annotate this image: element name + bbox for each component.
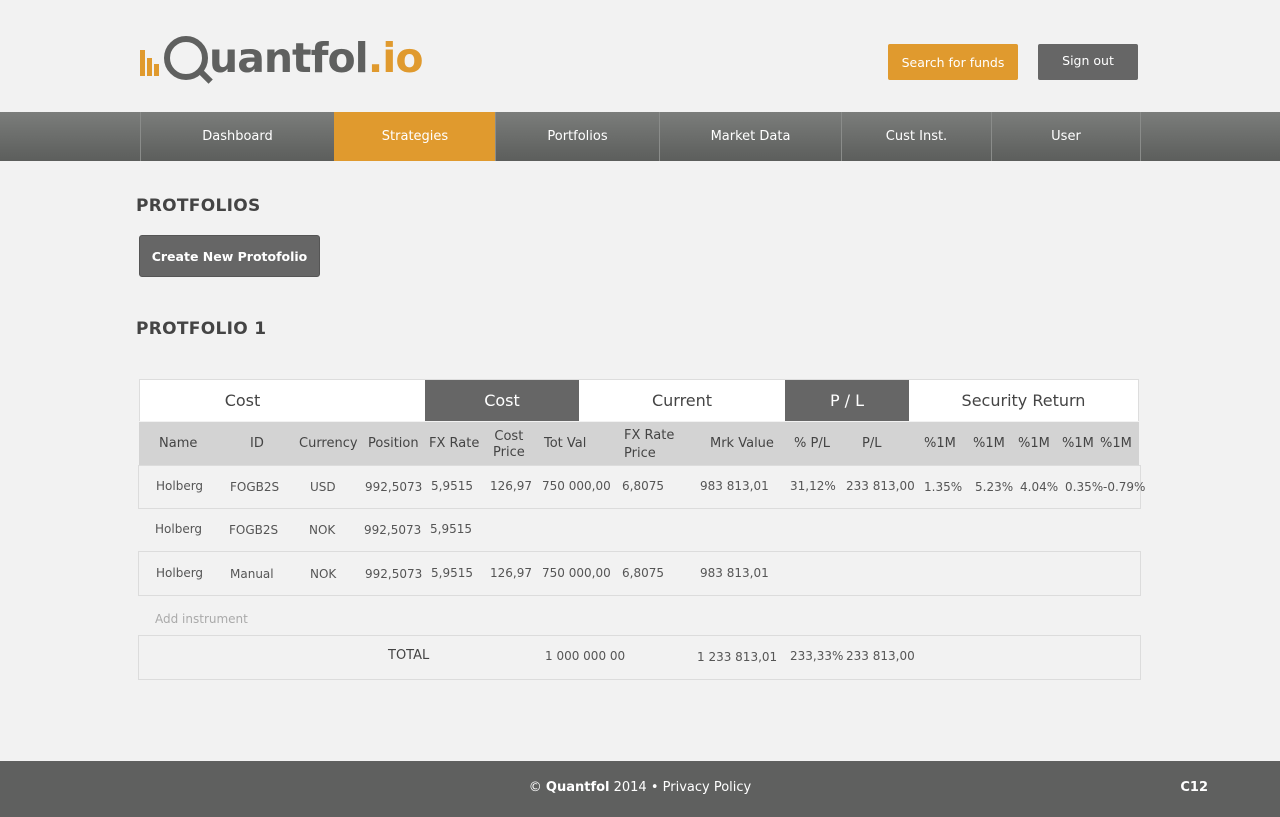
cell-position: 992,5073: [364, 523, 422, 537]
group-header-pl: P / L: [785, 379, 909, 421]
logo[interactable]: uantfol .io: [138, 32, 423, 84]
column-cost-price: Cost Price: [493, 429, 525, 461]
column-cost-price-line2: Price: [493, 445, 525, 460]
logo-text-tld: .io: [367, 33, 424, 82]
create-portfolio-button[interactable]: Create New Protofolio: [139, 235, 320, 277]
cell-return-2: 5.23%: [975, 480, 1014, 494]
column-mrk-value: Mrk Value: [710, 436, 774, 451]
cell-name: Holberg: [156, 479, 204, 493]
column-currency: Currency: [299, 436, 358, 451]
cell-cost-price: 126,97: [490, 479, 532, 493]
cell-fx-rate: 5,9515: [431, 479, 473, 493]
cell-cost-price: 126,97: [490, 566, 532, 580]
portfolio-title: PROTFOLIO 1: [136, 319, 267, 339]
cell-position: 992,5073: [365, 567, 423, 581]
cell-name: Holberg: [155, 522, 203, 536]
logo-text-main: uantfol: [209, 33, 369, 82]
group-header-cost-price: Cost: [425, 379, 579, 421]
table-column-header: Name ID Currency Position FX Rate Cost P…: [139, 422, 1139, 465]
column-cost-price-line1: Cost: [494, 429, 524, 444]
cell-id: FOGB2S: [229, 523, 279, 537]
cell-mrk-value: 983 813,01: [700, 566, 769, 580]
cell-mrk-value: 983 813,01: [700, 479, 769, 493]
column-pl: P/L: [862, 436, 882, 451]
column-id: ID: [250, 436, 264, 451]
total-mrk-value: 1 233 813,01: [697, 650, 778, 664]
cell-fx-rate-price: 6,8075: [622, 479, 664, 493]
cell-id: Manual: [230, 567, 274, 581]
group-header-current: Current: [579, 379, 785, 421]
nav-item-cust-inst[interactable]: Cust Inst.: [841, 112, 991, 161]
column-return-4: %1M: [1062, 436, 1094, 451]
footer-brand: Quantfol: [545, 780, 610, 795]
table-row[interactable]: Holberg FOGB2S NOK 992,5073 5,9515: [138, 509, 1141, 551]
cell-return-1: 1.35%: [924, 480, 963, 494]
column-fx-rate-price-line2: Price: [624, 446, 656, 461]
logo-q-magnifier-icon: [164, 36, 208, 80]
logo-wordmark: uantfol .io: [164, 36, 423, 80]
sign-out-button[interactable]: Sign out: [1038, 44, 1138, 80]
total-pl: 233 813,00: [846, 649, 915, 663]
table-row[interactable]: Holberg Manual NOK 992,5073 5,9515 126,9…: [138, 551, 1141, 596]
search-funds-button[interactable]: Search for funds: [888, 44, 1018, 80]
cell-fx-rate-price: 6,8075: [622, 566, 664, 580]
cell-pct-pl: 31,12%: [790, 479, 836, 493]
cell-tot-val: 750 000,00: [542, 566, 611, 580]
cell-fx-rate: 5,9515: [430, 522, 472, 536]
footer-copyright: © Quantfol 2014 • Privacy Policy: [0, 780, 1280, 795]
total-tot-val: 1 000 000 00: [545, 649, 626, 663]
cell-return-4: 0.35%: [1065, 480, 1104, 494]
table-row[interactable]: Holberg FOGB2S USD 992,5073 5,9515 126,9…: [138, 465, 1145, 509]
cell-currency: NOK: [310, 567, 337, 581]
logo-bars-icon: [138, 36, 164, 80]
group-header-cost: Cost: [139, 379, 425, 421]
column-return-5: %1M: [1100, 436, 1132, 451]
column-pct-pl: % P/L: [794, 436, 830, 451]
column-return-3: %1M: [1018, 436, 1050, 451]
group-header-security-return: Security Return: [909, 379, 1139, 421]
cell-id: FOGB2S: [230, 480, 280, 494]
nav-item-strategies[interactable]: Strategies: [334, 112, 495, 161]
nav-item-market-data[interactable]: Market Data: [659, 112, 841, 161]
cell-tot-val: 750 000,00: [542, 479, 611, 493]
nav-item-user[interactable]: User: [991, 112, 1141, 161]
cell-position: 992,5073: [365, 480, 423, 494]
group-label: Cost: [224, 391, 261, 410]
total-label: TOTAL: [388, 648, 430, 663]
column-return-2: %1M: [973, 436, 1005, 451]
column-fx-rate-price-line1: FX Rate: [624, 428, 675, 443]
main-nav: Dashboard Strategies Portfolios Market D…: [0, 112, 1280, 161]
column-fx-rate-price: FX Rate Price: [624, 428, 674, 462]
copyright-symbol: ©: [528, 780, 546, 795]
total-pct-pl: 233,33%: [790, 649, 844, 663]
add-instrument-link[interactable]: Add instrument: [155, 612, 248, 626]
table-total-row: TOTAL 1 000 000 00 1 233 813,01 233,33% …: [138, 635, 1141, 680]
cell-return-5: -0.79%: [1103, 480, 1146, 494]
footer: © Quantfol 2014 • Privacy Policy C12: [0, 761, 1280, 817]
cell-currency: USD: [310, 480, 336, 494]
cell-fx-rate: 5,9515: [431, 566, 473, 580]
footer-code: C12: [1180, 780, 1208, 795]
cell-return-3: 4.04%: [1020, 480, 1059, 494]
privacy-policy-link[interactable]: 2014 • Privacy Policy: [609, 780, 752, 795]
cell-name: Holberg: [156, 566, 204, 580]
column-tot-val: Tot Val: [544, 436, 587, 451]
cell-pl: 233 813,00: [846, 479, 915, 493]
column-return-1: %1M: [924, 436, 956, 451]
nav-item-dashboard[interactable]: Dashboard: [140, 112, 334, 161]
column-position: Position: [368, 436, 419, 451]
column-fx-rate: FX Rate: [429, 436, 480, 451]
nav-item-portfolios[interactable]: Portfolios: [495, 112, 659, 161]
column-name: Name: [159, 436, 198, 451]
cell-currency: NOK: [309, 523, 336, 537]
page-title: PROTFOLIOS: [136, 196, 261, 216]
